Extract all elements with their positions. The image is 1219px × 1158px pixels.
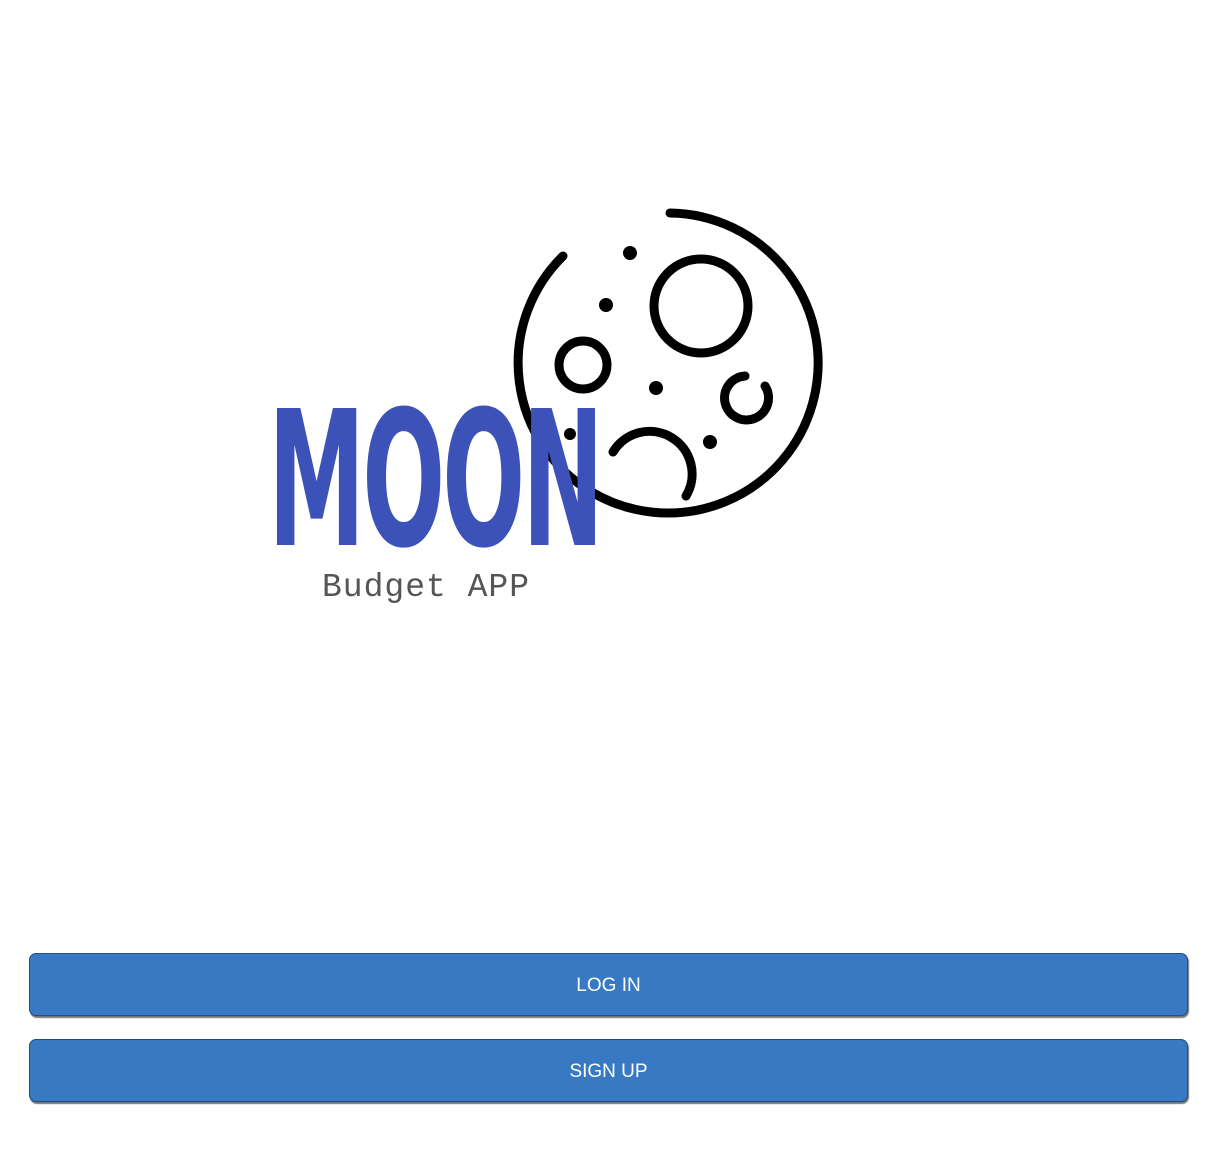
brand-tagline: Budget APP [322,569,531,606]
brand-name: MOON [268,371,604,590]
signup-button[interactable]: SIGN UP [29,1039,1188,1102]
login-button[interactable]: LOG IN [29,953,1188,1016]
app-logo: MOON Budget APP [260,200,830,620]
welcome-screen: MOON Budget APP LOG IN SIGN UP [0,0,1219,1158]
